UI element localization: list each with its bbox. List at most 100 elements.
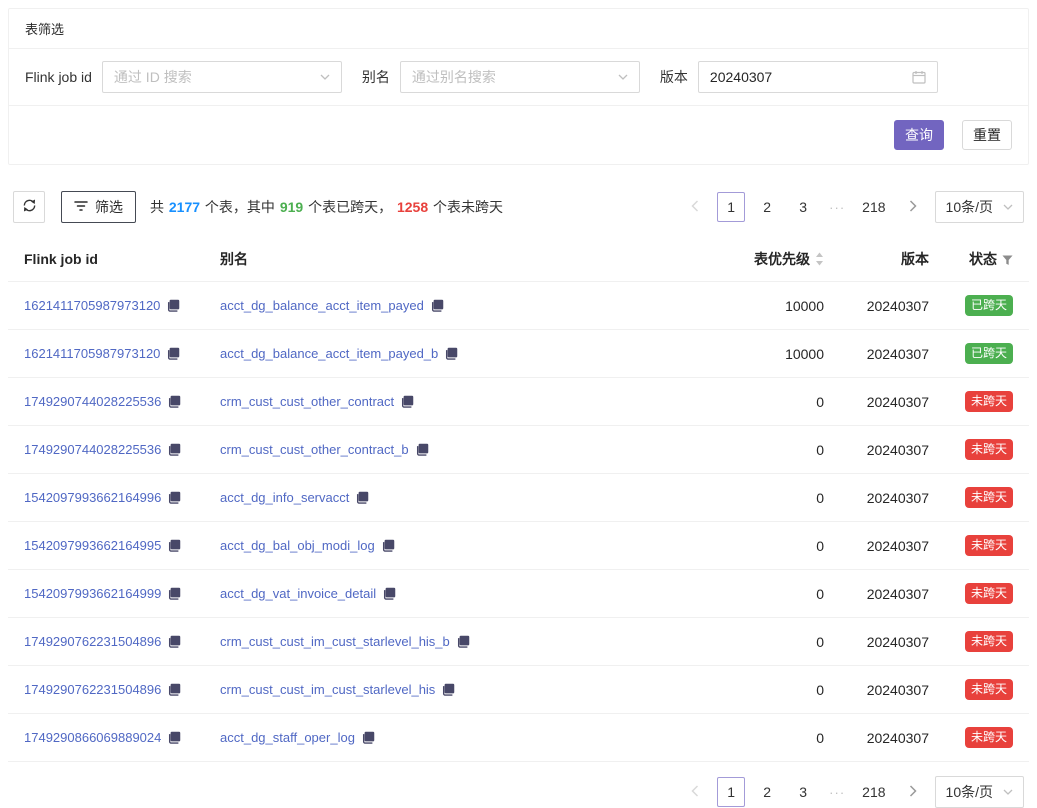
alias-link[interactable]: acct_dg_bal_obj_modi_log (220, 538, 375, 553)
version-cell: 20240307 (840, 570, 945, 618)
sort-icon[interactable] (815, 252, 824, 269)
page-ellipsis[interactable]: ··· (825, 200, 849, 215)
status-badge: 未跨天 (965, 535, 1013, 556)
version-date-picker[interactable] (698, 61, 938, 93)
version-cell: 20240307 (840, 522, 945, 570)
flink-job-id-link[interactable]: 1749290866069889024 (24, 730, 161, 745)
flink-job-id-select[interactable]: 通过 ID 搜索 (102, 61, 342, 93)
copy-icon[interactable] (168, 635, 181, 651)
id-cell: 1621411705987973120 (8, 330, 204, 378)
flink-job-id-link[interactable]: 1542097993662164995 (24, 538, 161, 553)
copy-icon[interactable] (167, 299, 180, 315)
page-size-select[interactable]: 10条/页 (935, 776, 1024, 808)
page-button-3[interactable]: 3 (789, 777, 817, 807)
page-button-last[interactable]: 218 (857, 192, 890, 222)
alias-link[interactable]: crm_cust_cust_other_contract (220, 394, 394, 409)
alias-link[interactable]: acct_dg_balance_acct_item_payed (220, 298, 424, 313)
alias-cell: acct_dg_vat_invoice_detail (204, 570, 690, 618)
flink-job-id-link[interactable]: 1749290744028225536 (24, 442, 161, 457)
flink-job-id-link[interactable]: 1542097993662164999 (24, 586, 161, 601)
copy-icon[interactable] (416, 443, 429, 459)
page: 表筛选 Flink job id 通过 ID 搜索 别名 通过别名搜索 (0, 0, 1037, 808)
status-badge: 已跨天 (965, 295, 1013, 316)
id-cell: 1542097993662164996 (8, 474, 204, 522)
flink-job-id-link[interactable]: 1542097993662164996 (24, 490, 161, 505)
summary-text: 个表已跨天， (304, 199, 396, 215)
alias-link[interactable]: acct_dg_info_servacct (220, 490, 349, 505)
flink-job-id-link[interactable]: 1621411705987973120 (24, 298, 160, 313)
page-ellipsis[interactable]: ··· (825, 785, 849, 800)
flink-job-id-link[interactable]: 1749290762231504896 (24, 682, 161, 697)
copy-icon[interactable] (168, 395, 181, 411)
page-button-1[interactable]: 1 (717, 777, 745, 807)
page-button-2[interactable]: 2 (753, 777, 781, 807)
priority-cell: 0 (690, 474, 840, 522)
alias-link[interactable]: acct_dg_staff_oper_log (220, 730, 355, 745)
next-page-button[interactable] (899, 192, 927, 222)
alias-link[interactable]: crm_cust_cust_other_contract_b (220, 442, 409, 457)
version-cell: 20240307 (840, 666, 945, 714)
table-row: 1542097993662164995 acct_dg_bal_obj_modi… (8, 522, 1029, 570)
copy-icon[interactable] (168, 587, 181, 603)
next-page-button[interactable] (899, 777, 927, 807)
alias-link[interactable]: acct_dg_vat_invoice_detail (220, 586, 376, 601)
page-button-3[interactable]: 3 (789, 192, 817, 222)
flink-job-id-link[interactable]: 1749290744028225536 (24, 394, 161, 409)
copy-icon[interactable] (445, 347, 458, 363)
filter-actions-row: 查询 重置 (9, 106, 1028, 164)
version-cell: 20240307 (840, 474, 945, 522)
copy-icon[interactable] (168, 683, 181, 699)
copy-icon[interactable] (401, 395, 414, 411)
status-badge: 未跨天 (965, 679, 1013, 700)
copy-icon[interactable] (362, 731, 375, 747)
copy-icon[interactable] (168, 539, 181, 555)
alias-link[interactable]: acct_dg_balance_acct_item_payed_b (220, 346, 438, 361)
alias-link[interactable]: crm_cust_cust_im_cust_starlevel_his_b (220, 634, 450, 649)
status-cell: 未跨天 (945, 618, 1029, 666)
copy-icon[interactable] (383, 587, 396, 603)
table-summary: 共 2177 个表，其中 919 个表已跨天， 1258 个表未跨天 (150, 197, 503, 217)
copy-icon[interactable] (168, 443, 181, 459)
copy-icon[interactable] (431, 299, 444, 315)
column-filter-icon[interactable] (1002, 253, 1013, 269)
copy-icon[interactable] (356, 491, 369, 507)
status-badge: 未跨天 (965, 487, 1013, 508)
priority-cell: 0 (690, 618, 840, 666)
copy-icon[interactable] (167, 347, 180, 363)
reset-button[interactable]: 重置 (962, 120, 1012, 150)
copy-icon[interactable] (168, 491, 181, 507)
refresh-button[interactable] (13, 191, 45, 223)
alias-select[interactable]: 通过别名搜索 (400, 61, 640, 93)
flink-job-id-label: Flink job id (25, 69, 92, 85)
prev-page-button[interactable] (681, 192, 709, 222)
alias-link[interactable]: crm_cust_cust_im_cust_starlevel_his (220, 682, 435, 697)
field-version: 版本 (660, 61, 938, 93)
status-badge: 未跨天 (965, 391, 1013, 412)
priority-cell: 0 (690, 570, 840, 618)
copy-icon[interactable] (382, 539, 395, 555)
priority-cell: 0 (690, 522, 840, 570)
page-button-1[interactable]: 1 (717, 192, 745, 222)
alias-cell: acct_dg_info_servacct (204, 474, 690, 522)
table-row: 1621411705987973120 acct_dg_balance_acct… (8, 330, 1029, 378)
query-button[interactable]: 查询 (894, 120, 944, 150)
page-button-last[interactable]: 218 (857, 777, 890, 807)
copy-icon[interactable] (457, 635, 470, 651)
alias-cell: acct_dg_bal_obj_modi_log (204, 522, 690, 570)
priority-cell: 10000 (690, 330, 840, 378)
filter-toggle-button[interactable]: 筛选 (61, 191, 136, 223)
alias-cell: acct_dg_staff_oper_log (204, 714, 690, 762)
flink-job-id-link[interactable]: 1621411705987973120 (24, 346, 160, 361)
chevron-down-icon (618, 74, 628, 80)
col-header-priority[interactable]: 表优先级 (690, 237, 840, 282)
filter-card-header: 表筛选 (9, 9, 1028, 49)
copy-icon[interactable] (168, 731, 181, 747)
version-cell: 20240307 (840, 330, 945, 378)
copy-icon[interactable] (442, 683, 455, 699)
page-button-2[interactable]: 2 (753, 192, 781, 222)
page-size-select[interactable]: 10条/页 (935, 191, 1024, 223)
table-row: 1749290744028225536 crm_cust_cust_other_… (8, 378, 1029, 426)
prev-page-button[interactable] (681, 777, 709, 807)
version-input[interactable] (710, 69, 912, 85)
flink-job-id-link[interactable]: 1749290762231504896 (24, 634, 161, 649)
